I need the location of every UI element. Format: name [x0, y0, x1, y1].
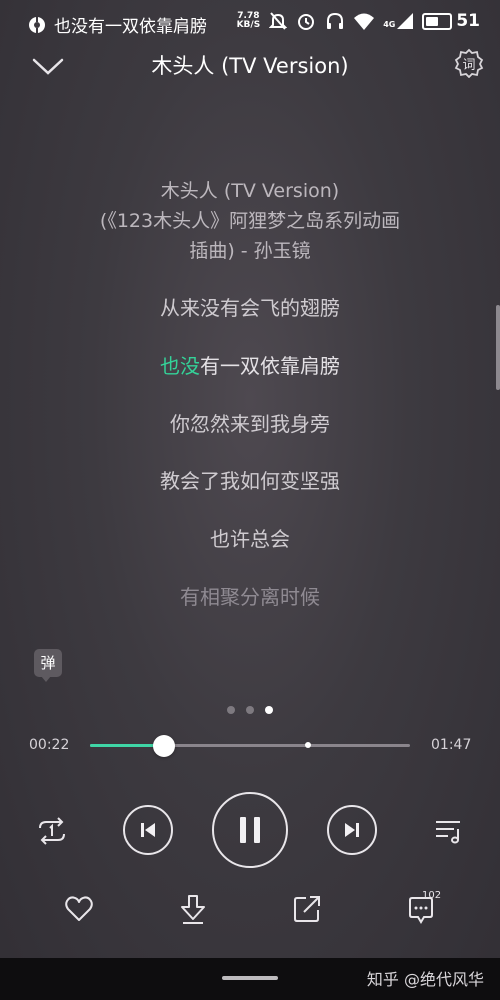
previous-button[interactable] — [123, 805, 173, 855]
song-info-line: (《123木头人》阿狸梦之岛系列动画 — [99, 210, 401, 232]
playlist-icon — [436, 821, 460, 844]
share-button[interactable] — [290, 893, 324, 925]
lyric-line[interactable]: 从来没有会飞的翅膀 — [0, 292, 500, 321]
song-info: 木头人 (TV Version) (《123木头人》阿狸梦之岛系列动画 插曲) … — [40, 176, 460, 266]
danmaku-button[interactable]: 弹 — [34, 649, 62, 682]
title-row: 木头人 (TV Version) 词 — [0, 48, 500, 86]
notification-area: 也没有一双依靠肩膀 — [28, 12, 207, 37]
heart-icon — [65, 896, 93, 921]
home-gesture-bar[interactable] — [222, 976, 278, 980]
pager-dot[interactable] — [265, 706, 273, 714]
pause-icon — [240, 817, 260, 843]
next-button[interactable] — [327, 805, 377, 855]
download-icon — [181, 895, 205, 924]
pager-dot[interactable] — [227, 706, 235, 714]
status-bar: 也没有一双依靠肩膀 7.78 KB/S 4G 51 — [0, 0, 500, 48]
buffer-marker — [304, 742, 311, 748]
current-time: 00:22 — [29, 737, 70, 753]
mute-icon — [269, 12, 288, 30]
lyric-line[interactable]: 你忽然来到我身旁 — [0, 408, 500, 437]
pager-dot[interactable] — [246, 706, 254, 714]
alarm-icon — [298, 14, 315, 30]
headphones-icon — [327, 12, 344, 29]
scroll-indicator — [496, 305, 500, 390]
share-icon — [294, 896, 320, 922]
like-button[interactable] — [62, 893, 96, 925]
lyrics-mode-label: 词 — [462, 58, 476, 73]
repeat-button[interactable] — [33, 814, 71, 848]
watermark: 知乎 @绝代风华 — [366, 970, 484, 989]
battery: 51 — [422, 11, 480, 31]
lyric-sung-part: 也没 — [160, 354, 200, 378]
status-icons: 7.78 KB/S 4G 51 — [237, 11, 480, 31]
lyric-line[interactable]: 有相聚分离时候 — [0, 581, 500, 610]
play-pause-button[interactable] — [212, 792, 288, 868]
progress-slider[interactable] — [90, 735, 410, 757]
next-track-icon — [345, 823, 359, 837]
song-title: 木头人 (TV Version) — [151, 54, 349, 78]
network-type: 4G — [383, 20, 396, 29]
download-button[interactable] — [176, 892, 210, 926]
repeat-one-icon — [39, 817, 65, 845]
playlist-button[interactable] — [432, 815, 466, 847]
progress-thumb[interactable] — [152, 735, 175, 757]
battery-level: 51 — [456, 11, 480, 31]
lyric-line-current[interactable]: 也没有一双依靠肩膀 — [0, 350, 500, 379]
net-speed: 7.78 KB/S — [237, 12, 261, 30]
signal-bars-icon — [397, 13, 414, 29]
lyric-line[interactable]: 也许总会 — [0, 523, 500, 552]
battery-icon — [422, 12, 453, 30]
song-info-line: 插曲) - 孙玉镜 — [189, 240, 311, 262]
lyrics-mode-button[interactable]: 词 — [454, 48, 484, 79]
previous-track-icon — [141, 823, 155, 837]
pager-dots — [0, 706, 500, 714]
music-app-icon — [29, 16, 45, 33]
total-time: 01:47 — [431, 737, 472, 753]
signal-icon: 4G — [383, 13, 414, 29]
lyric-unsung-part: 有一双依靠肩膀 — [200, 354, 340, 378]
wifi-icon — [354, 13, 375, 30]
navigation-bar: 知乎 @绝代风华 — [0, 958, 500, 1000]
song-info-line: 木头人 (TV Version) — [160, 180, 340, 202]
net-speed-unit: KB/S — [236, 20, 261, 30]
notification-text: 也没有一双依靠肩膀 — [54, 17, 207, 37]
comment-count: 102 — [422, 890, 442, 901]
lyric-line[interactable]: 教会了我如何变坚强 — [0, 465, 500, 494]
